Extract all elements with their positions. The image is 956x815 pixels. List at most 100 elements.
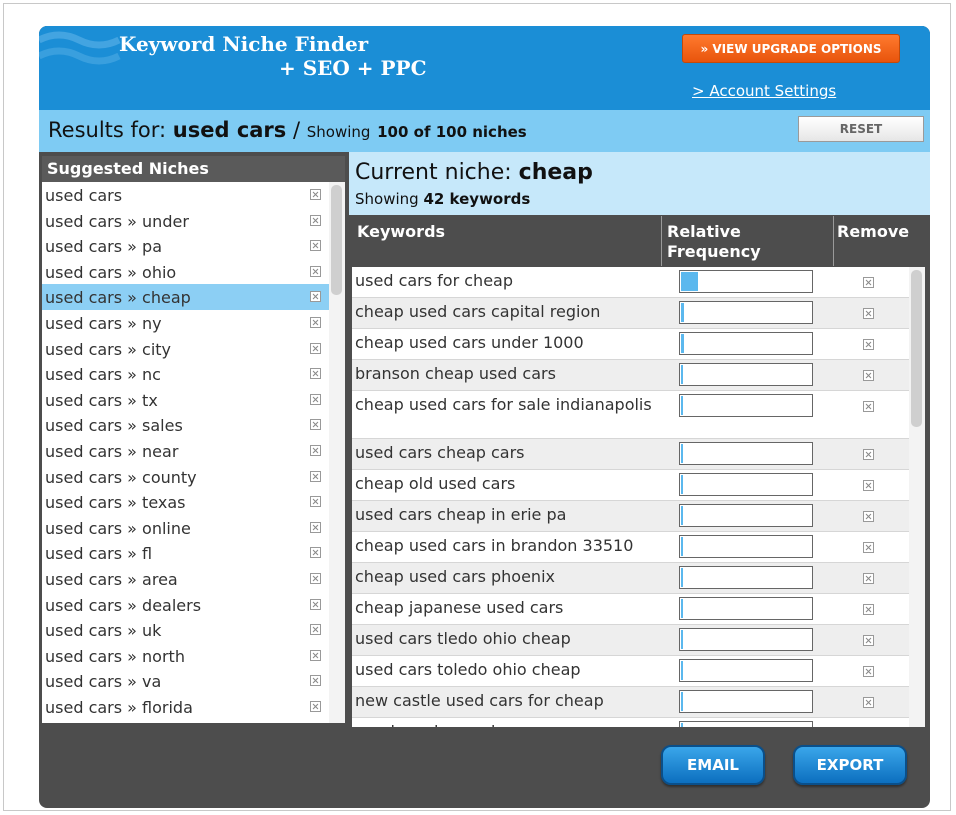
column-header-remove[interactable]: Remove <box>837 216 927 266</box>
remove-keyword-icon[interactable] <box>863 480 874 491</box>
reset-button[interactable]: RESET <box>798 116 924 142</box>
suggested-niche-item[interactable]: used cars » tx <box>42 387 329 413</box>
relative-frequency-fill <box>681 723 683 727</box>
remove-niche-icon[interactable] <box>310 496 321 508</box>
results-summary: Results for: used cars / Showing 100 of … <box>48 118 527 142</box>
remove-niche-icon[interactable] <box>310 265 321 277</box>
results-showing-count: 100 of 100 niches <box>377 123 527 141</box>
remove-keyword-icon[interactable] <box>863 542 874 553</box>
column-divider <box>833 216 834 266</box>
remove-niche-icon[interactable] <box>310 649 321 661</box>
suggested-niche-item[interactable]: used cars » area <box>42 566 329 592</box>
remove-keyword-icon[interactable] <box>863 666 874 677</box>
column-header-relative-frequency[interactable]: Relative Frequency <box>667 216 827 266</box>
suggested-niche-label: used cars » area <box>45 569 178 589</box>
relative-frequency-bar <box>679 363 813 386</box>
suggested-niche-item[interactable]: used cars » ny <box>42 310 329 336</box>
relative-frequency-bar <box>679 597 813 620</box>
suggested-niche-label: used cars » near <box>45 441 179 461</box>
suggested-niche-item[interactable]: used cars » texas <box>42 489 329 515</box>
suggested-niche-label: used cars » county <box>45 467 197 487</box>
remove-keyword-icon[interactable] <box>863 573 874 584</box>
suggested-niche-label: used cars » florida <box>45 697 193 717</box>
suggested-niche-item[interactable]: used cars » sales <box>42 412 329 438</box>
suggested-niche-item[interactable]: used cars » county <box>42 464 329 490</box>
relative-frequency-bar <box>679 394 813 417</box>
suggested-niche-item[interactable]: used cars » north <box>42 643 329 669</box>
suggested-niche-item[interactable]: used cars » va <box>42 668 329 694</box>
remove-niche-icon[interactable] <box>310 444 321 456</box>
remove-niche-icon[interactable] <box>310 240 321 252</box>
suggested-niche-label: used cars » texas <box>45 493 186 513</box>
relative-frequency-fill <box>681 568 683 587</box>
suggested-niche-item[interactable]: used cars » uk <box>42 617 329 643</box>
suggested-niche-item[interactable]: used cars » cheap <box>42 284 329 310</box>
remove-niche-icon[interactable] <box>310 675 321 687</box>
remove-niche-icon[interactable] <box>310 470 321 482</box>
keyword-row: cheap old used cars <box>352 470 909 501</box>
relative-frequency-bar <box>679 566 813 589</box>
remove-keyword-icon[interactable] <box>863 370 874 381</box>
remove-keyword-icon[interactable] <box>863 308 874 319</box>
remove-niche-icon[interactable] <box>310 368 321 380</box>
relative-frequency-fill <box>681 396 683 415</box>
remove-keyword-icon[interactable] <box>863 511 874 522</box>
relative-frequency-bar <box>679 690 813 713</box>
suggested-niche-item[interactable]: used cars » ohio <box>42 259 329 285</box>
export-button[interactable]: EXPORT <box>793 745 907 785</box>
remove-niche-icon[interactable] <box>310 393 321 405</box>
keyword-text: used cars toledo ohio cheap <box>355 660 581 679</box>
remove-niche-icon[interactable] <box>310 189 321 200</box>
relative-frequency-fill <box>681 537 683 556</box>
suggested-niche-item[interactable]: used cars » under <box>42 208 329 234</box>
remove-keyword-icon[interactable] <box>863 604 874 615</box>
remove-keyword-icon[interactable] <box>863 697 874 708</box>
suggested-niche-item[interactable]: used cars » pa <box>42 233 329 259</box>
suggested-niche-item[interactable]: used cars <box>42 182 329 208</box>
suggested-niche-item[interactable]: used cars » nc <box>42 361 329 387</box>
account-settings-link[interactable]: > Account Settings <box>692 82 836 100</box>
suggested-niche-label: used cars » dealers <box>45 595 202 615</box>
suggested-niche-item[interactable]: used cars » near <box>42 438 329 464</box>
app-subtitle: + SEO + PPC <box>279 56 427 80</box>
column-header-keywords[interactable]: Keywords <box>357 216 657 266</box>
remove-niche-icon[interactable] <box>310 572 321 584</box>
remove-keyword-icon[interactable] <box>863 401 874 412</box>
remove-niche-icon[interactable] <box>310 214 321 226</box>
remove-niche-icon[interactable] <box>310 598 321 610</box>
suggested-niche-label: used cars » uk <box>45 621 162 641</box>
results-separator: / <box>292 118 301 142</box>
remove-niche-icon[interactable] <box>310 624 321 636</box>
keyword-text: cheap old used cars <box>355 474 516 493</box>
suggested-niche-item[interactable]: used cars » fl <box>42 540 329 566</box>
keyword-row: used cars cheap in erie pa <box>352 501 909 532</box>
remove-niche-icon[interactable] <box>310 419 321 431</box>
remove-keyword-icon[interactable] <box>863 635 874 646</box>
suggested-niche-item[interactable]: used cars » city <box>42 336 329 362</box>
email-button[interactable]: EMAIL <box>661 745 765 785</box>
suggested-niche-label: used cars » under <box>45 211 189 231</box>
relative-frequency-fill <box>681 630 683 649</box>
remove-niche-icon[interactable] <box>310 291 321 303</box>
suggested-niche-item[interactable]: used cars » online <box>42 515 329 541</box>
keyword-row: cheap used cars under 1000 <box>352 329 909 360</box>
relative-frequency-fill <box>681 334 684 353</box>
suggested-niche-item[interactable]: used cars » dealers <box>42 592 329 618</box>
header: Keyword Niche Finder + SEO + PPC » VIEW … <box>39 26 930 110</box>
suggested-niches-scroll-thumb[interactable] <box>331 185 342 295</box>
relative-frequency-fill <box>681 272 698 291</box>
view-upgrade-options-button[interactable]: » VIEW UPGRADE OPTIONS <box>682 34 900 63</box>
remove-niche-icon[interactable] <box>310 521 321 533</box>
app-title: Keyword Niche Finder <box>119 32 369 56</box>
remove-niche-icon[interactable] <box>310 700 321 712</box>
suggested-niche-item[interactable]: used cars » florida <box>42 694 329 720</box>
remove-niche-icon[interactable] <box>310 342 321 354</box>
remove-keyword-icon[interactable] <box>863 449 874 460</box>
keywords-table: used cars for cheap cheap used cars capit… <box>352 267 909 727</box>
remove-niche-icon[interactable] <box>310 547 321 559</box>
remove-keyword-icon[interactable] <box>863 277 874 288</box>
remove-keyword-icon[interactable] <box>863 339 874 350</box>
keyword-row: branson cheap used cars <box>352 360 909 391</box>
keywords-scroll-thumb[interactable] <box>911 270 922 427</box>
remove-niche-icon[interactable] <box>310 316 321 328</box>
